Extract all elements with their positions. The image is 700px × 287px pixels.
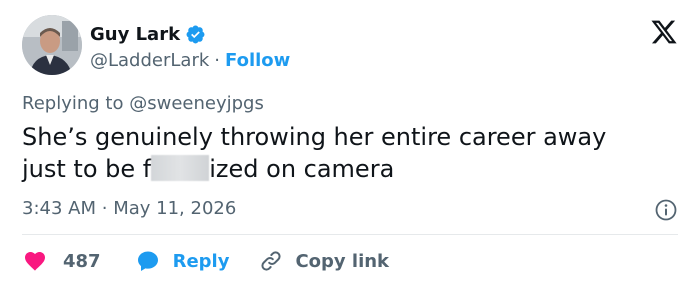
avatar-image (22, 15, 82, 75)
author-name-row: Guy Lark (90, 21, 206, 47)
replying-to-label: Replying to (22, 93, 124, 114)
action-bar: 487 Reply Copy link (22, 246, 389, 276)
copy-link-button[interactable]: Copy link (259, 249, 389, 273)
replying-to-mention[interactable]: @sweeneyjpgs (129, 93, 264, 114)
like-button[interactable]: 487 (22, 249, 101, 273)
like-count: 487 (63, 250, 101, 272)
reply-button[interactable]: Reply (135, 249, 230, 273)
author-handle-row: @LadderLark · Follow (90, 48, 290, 72)
copy-link-label: Copy link (295, 250, 390, 272)
follow-button[interactable]: Follow (225, 50, 290, 71)
link-icon (259, 249, 283, 273)
replying-to-line: Replying to @sweeneyjpgs (22, 93, 264, 114)
author-handle[interactable]: @LadderLark (90, 50, 209, 71)
tweet-text-line1: She’s genuinely throwing her entire care… (22, 123, 607, 151)
divider (22, 234, 678, 235)
author-display-name[interactable]: Guy Lark (90, 24, 180, 45)
censored-word-blur (151, 155, 210, 181)
info-icon[interactable] (654, 198, 678, 222)
tweet-timestamp[interactable]: 3:43 AM · May 11, 2026 (22, 198, 236, 219)
reply-label: Reply (172, 250, 230, 272)
tweet-date: May 11, 2026 (113, 198, 237, 219)
separator-dot: · (214, 49, 221, 71)
tweet-text-line2-start: just to be f (22, 155, 152, 183)
avatar[interactable] (22, 15, 82, 75)
heart-icon (22, 249, 48, 273)
timestamp-separator: · (101, 198, 108, 219)
tweet-text-line2-end: ized on camera (209, 155, 395, 183)
tweet-text: She’s genuinely throwing her entire care… (22, 121, 672, 185)
tweet-embed-card: Guy Lark @LadderLark · Follow Replying t… (0, 0, 700, 287)
tweet-time: 3:43 AM (22, 198, 96, 219)
verified-badge-icon (185, 24, 206, 45)
speech-bubble-icon (135, 249, 161, 273)
x-logo-icon[interactable] (650, 18, 678, 46)
